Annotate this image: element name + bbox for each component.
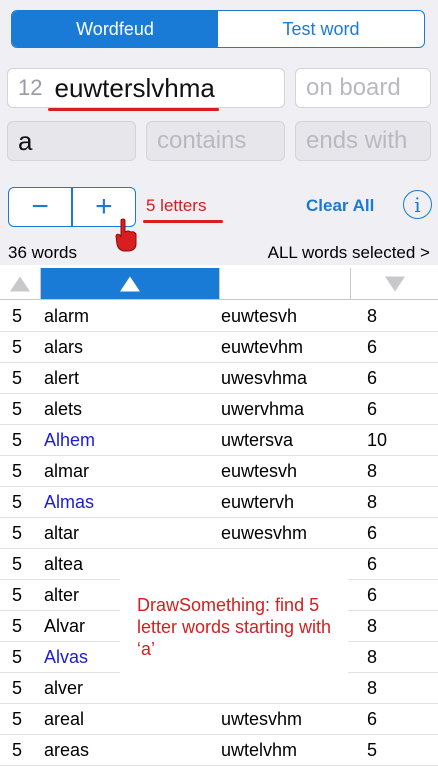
word-text: Alhem bbox=[44, 430, 96, 450]
word-length: 5 bbox=[12, 399, 23, 419]
word-text: alter bbox=[44, 585, 80, 605]
ends-with-input[interactable]: ends with bbox=[295, 121, 431, 161]
sort-descending-icon bbox=[384, 276, 405, 291]
word-length: 5 bbox=[12, 740, 23, 760]
word-score: 6 bbox=[367, 585, 378, 605]
letters-count: 12 bbox=[18, 75, 43, 100]
annotation-underline bbox=[48, 107, 219, 111]
word-length: 5 bbox=[12, 430, 23, 450]
word-length: 5 bbox=[12, 306, 23, 326]
word-row[interactable]: 5 Almas euwtervh 8 bbox=[0, 487, 438, 518]
word-row[interactable]: 5 alars euwtevhm 6 bbox=[0, 332, 438, 363]
word-row[interactable]: 5 alert uwesvhma 6 bbox=[0, 363, 438, 394]
word-length: 5 bbox=[12, 492, 23, 512]
word-row[interactable]: 5 Alhem uwtersva 10 bbox=[0, 425, 438, 456]
selection-filter-link[interactable]: ALL words selected > bbox=[268, 243, 430, 263]
word-text: alver bbox=[44, 678, 84, 698]
sort-ascending-icon bbox=[120, 276, 140, 291]
annotation-underline bbox=[143, 220, 223, 223]
word-text: almar bbox=[44, 461, 90, 481]
ends-with-placeholder: ends with bbox=[306, 127, 408, 154]
remaining-letters: euwtesvh bbox=[221, 306, 298, 326]
word-score: 8 bbox=[367, 678, 378, 698]
word-count: 36 words bbox=[8, 243, 77, 262]
word-score: 8 bbox=[367, 492, 378, 512]
word-score: 6 bbox=[367, 368, 378, 388]
word-length: 5 bbox=[12, 709, 23, 729]
word-length: 5 bbox=[12, 585, 23, 605]
info-icon[interactable]: i bbox=[403, 190, 432, 219]
word-text: alets bbox=[44, 399, 83, 419]
word-text: Alvas bbox=[44, 647, 89, 667]
word-text: altar bbox=[44, 523, 80, 543]
word-score: 6 bbox=[367, 337, 378, 357]
word-text: alert bbox=[44, 368, 80, 388]
remaining-letters: euwtesvh bbox=[221, 461, 298, 481]
word-score: 6 bbox=[367, 709, 378, 729]
word-row[interactable]: 5 areas uwtelvhm 5 bbox=[0, 735, 438, 766]
remaining-letters: uwtelvhm bbox=[221, 740, 298, 760]
remaining-letters: euwtevhm bbox=[221, 337, 304, 357]
clear-all-button[interactable]: Clear All bbox=[306, 196, 374, 216]
letters-value: euwterslvhma bbox=[48, 72, 219, 111]
starts-with-input[interactable]: a bbox=[7, 121, 136, 161]
word-row[interactable]: 5 alets uwervhma 6 bbox=[0, 394, 438, 425]
word-list: 5 alarm euwtesvh 8 5 alars euwtevhm 6 5 alert uwes… bbox=[0, 301, 438, 766]
on-board-placeholder: on board bbox=[306, 74, 401, 101]
word-row[interactable]: 5 almar euwtesvh 8 bbox=[0, 456, 438, 487]
sort-ascending-icon bbox=[10, 276, 30, 291]
word-text: areal bbox=[44, 709, 85, 729]
decrement-button[interactable]: − bbox=[9, 188, 71, 226]
word-score: 5 bbox=[367, 740, 378, 760]
word-text: Alvar bbox=[44, 616, 86, 636]
word-score: 6 bbox=[367, 523, 378, 543]
word-row[interactable]: 5 altar euwesvhm 6 bbox=[0, 518, 438, 549]
word-text: areas bbox=[44, 740, 90, 760]
contains-input[interactable]: contains bbox=[146, 121, 285, 161]
letters-input[interactable]: 12 euwterslvhma bbox=[7, 68, 285, 111]
word-length: 5 bbox=[12, 337, 23, 357]
sort-score-button[interactable] bbox=[351, 268, 438, 299]
remaining-letters: uwervhma bbox=[221, 399, 305, 419]
word-score: 8 bbox=[367, 647, 378, 667]
word-length: 5 bbox=[12, 554, 23, 574]
word-length: 5 bbox=[12, 461, 23, 481]
word-score: 6 bbox=[367, 399, 378, 419]
contains-placeholder: contains bbox=[157, 127, 247, 154]
remaining-letters: uwesvhma bbox=[221, 368, 308, 388]
word-score: 10 bbox=[367, 430, 388, 450]
word-text: alarm bbox=[44, 306, 90, 326]
sort-length-button[interactable] bbox=[0, 268, 41, 299]
sort-word-button[interactable] bbox=[41, 268, 220, 299]
remaining-letters: euwesvhm bbox=[221, 523, 308, 543]
word-length: 5 bbox=[12, 368, 23, 388]
remaining-letters: euwtervh bbox=[221, 492, 295, 512]
word-row[interactable]: 5 alarm euwtesvh 8 bbox=[0, 301, 438, 332]
pointing-hand-icon bbox=[115, 218, 137, 252]
word-length: 5 bbox=[12, 678, 23, 698]
on-board-input[interactable]: on board bbox=[295, 68, 431, 108]
word-score: 8 bbox=[367, 461, 378, 481]
word-length-label: 5 letters bbox=[146, 196, 207, 215]
remaining-letters: uwtersva bbox=[221, 430, 294, 450]
word-text: alars bbox=[44, 337, 84, 357]
word-score: 8 bbox=[367, 616, 378, 636]
word-row[interactable]: 5 areal uwtesvhm 6 bbox=[0, 704, 438, 735]
word-length: 5 bbox=[12, 523, 23, 543]
tab-test-word[interactable]: Test word bbox=[218, 11, 424, 47]
tab-wordfeud[interactable]: Wordfeud bbox=[12, 11, 218, 47]
annotation-text: DrawSomething: find 5 letter words start… bbox=[137, 595, 332, 659]
sort-header bbox=[0, 268, 438, 300]
word-text: altea bbox=[44, 554, 84, 574]
mode-segmented-control: Wordfeud Test word bbox=[11, 10, 425, 48]
remaining-letters: uwtesvhm bbox=[221, 709, 303, 729]
starts-with-value: a bbox=[18, 125, 33, 156]
sort-remaining-button[interactable] bbox=[220, 268, 351, 299]
word-length: 5 bbox=[12, 647, 23, 667]
word-length: 5 bbox=[12, 616, 23, 636]
letters-text: euwterslvhma bbox=[54, 72, 215, 103]
word-score: 6 bbox=[367, 554, 378, 574]
word-score: 8 bbox=[367, 306, 378, 326]
word-text: Almas bbox=[44, 492, 95, 512]
